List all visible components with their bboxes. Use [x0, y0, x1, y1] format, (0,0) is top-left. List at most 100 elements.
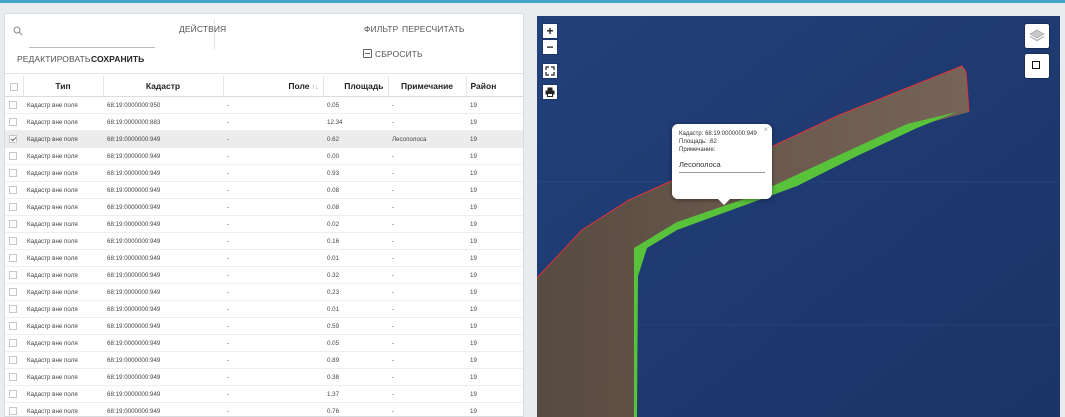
- recalculate-button[interactable]: ПЕРЕСЧИТАТЬ: [402, 24, 465, 34]
- row-checkbox[interactable]: [9, 169, 17, 177]
- reset-button[interactable]: СБРОСИТЬ: [363, 49, 423, 59]
- row-checkbox[interactable]: [9, 407, 17, 415]
- layers-button[interactable]: [1025, 24, 1049, 48]
- cell-note: -: [388, 215, 466, 233]
- popup-note-value[interactable]: Лесополоса: [679, 160, 765, 173]
- cell-type: Кадастр вне поля: [23, 96, 103, 114]
- close-icon[interactable]: ×: [763, 125, 768, 134]
- row-checkbox[interactable]: [9, 118, 17, 126]
- row-checkbox[interactable]: [9, 186, 17, 194]
- table-row[interactable]: Кадастр вне поля 68:19:0000000:949-0.02-1…: [5, 215, 523, 233]
- row-select-cell[interactable]: [5, 266, 23, 284]
- table-row[interactable]: Кадастр вне поля 68:19:0000000:949-0.01-1…: [5, 300, 523, 318]
- row-select-cell[interactable]: [5, 96, 23, 114]
- row-checkbox[interactable]: [9, 373, 17, 381]
- row-select-cell[interactable]: [5, 181, 23, 199]
- row-select-cell[interactable]: [5, 130, 23, 148]
- printer-icon: [545, 87, 555, 97]
- table-row[interactable]: Кадастр вне поля 68:19:0000000:949-0.38-1…: [5, 368, 523, 386]
- table-row[interactable]: Кадастр вне поля 68:19:0000000:949-0.08-1…: [5, 198, 523, 216]
- table-row[interactable]: Кадастр вне поля 68:19:0000000:949-0.89-1…: [5, 351, 523, 369]
- cell-district: 19: [466, 164, 523, 182]
- table-row[interactable]: Кадастр вне поля 68:19:0000000:949-0.08-1…: [5, 181, 523, 199]
- table-row[interactable]: Кадастр вне поля 68:19:0000000:949-0.62 Ле…: [5, 130, 523, 148]
- header-note[interactable]: Примечание: [388, 76, 467, 97]
- sort-icon[interactable]: ↑↓: [312, 84, 319, 91]
- cell-field: -: [223, 402, 323, 416]
- table-row[interactable]: Кадастр вне поля 68:19:0000000:949-0.76-1…: [5, 402, 523, 416]
- table-row[interactable]: Кадастр вне поля 68:19:0000000:949-1.37-1…: [5, 385, 523, 403]
- cell-note: -: [388, 368, 466, 386]
- row-checkbox[interactable]: [9, 390, 17, 398]
- cell-note: -: [388, 351, 466, 369]
- header-cadastre[interactable]: Кадастр: [103, 76, 224, 97]
- select-all-header[interactable]: [5, 76, 24, 97]
- map-view[interactable]: + − × Кадастр: 68:19:0000000:949 Площадь…: [537, 16, 1060, 417]
- row-select-cell[interactable]: [5, 385, 23, 403]
- row-checkbox[interactable]: [9, 305, 17, 313]
- actions-button[interactable]: ДЕЙСТВИЯ: [179, 24, 226, 34]
- filter-button[interactable]: ФИЛЬТР: [364, 24, 398, 34]
- row-select-cell[interactable]: [5, 300, 23, 318]
- row-checkbox[interactable]: [9, 135, 17, 143]
- row-select-cell[interactable]: [5, 232, 23, 250]
- table-row[interactable]: Кадастр вне поля 68:19:0000000:949-0.01-1…: [5, 249, 523, 267]
- header-district[interactable]: Район: [466, 76, 523, 97]
- row-checkbox[interactable]: [9, 322, 17, 330]
- row-checkbox[interactable]: [9, 356, 17, 364]
- table-row[interactable]: Кадастр вне поля 68:19:0000000:949-0.16-1…: [5, 232, 523, 250]
- table-row[interactable]: Кадастр вне поля 68:19:0000000:950-0.05-1…: [5, 96, 523, 114]
- header-field[interactable]: Поле ↑↓: [223, 76, 324, 97]
- row-select-cell[interactable]: [5, 283, 23, 301]
- feature-popup: × Кадастр: 68:19:0000000:949 Площадь: .6…: [672, 124, 772, 205]
- row-select-cell[interactable]: [5, 164, 23, 182]
- cell-type: Кадастр вне поля: [23, 164, 103, 182]
- table-row[interactable]: Кадастр вне поля 68:19:0000000:949-0.32-1…: [5, 266, 523, 284]
- cell-field: -: [223, 249, 323, 267]
- table-row[interactable]: Кадастр вне поля 68:19:0000000:883-12.34-…: [5, 113, 523, 131]
- header-type[interactable]: Тип: [23, 76, 104, 97]
- cell-field: -: [223, 351, 323, 369]
- search-input[interactable]: [29, 22, 155, 48]
- row-select-cell[interactable]: [5, 334, 23, 352]
- zoom-out-button[interactable]: −: [543, 40, 557, 54]
- print-button[interactable]: [543, 85, 557, 99]
- row-checkbox[interactable]: [9, 203, 17, 211]
- row-checkbox[interactable]: [9, 339, 17, 347]
- draw-rectangle-button[interactable]: [1025, 54, 1049, 78]
- row-select-cell[interactable]: [5, 351, 23, 369]
- table-row[interactable]: Кадастр вне поля 68:19:0000000:949-0.05-1…: [5, 334, 523, 352]
- table-row[interactable]: Кадастр вне поля 68:19:0000000:949-0.23-1…: [5, 283, 523, 301]
- table-row[interactable]: Кадастр вне поля 68:19:0000000:949-0.00-1…: [5, 147, 523, 165]
- cell-cadastre: 68:19:0000000:949: [103, 215, 223, 233]
- row-select-cell[interactable]: [5, 113, 23, 131]
- row-select-cell[interactable]: [5, 249, 23, 267]
- row-select-cell[interactable]: [5, 198, 23, 216]
- fullscreen-button[interactable]: [543, 64, 557, 78]
- row-select-cell[interactable]: [5, 368, 23, 386]
- cell-note: -: [388, 266, 466, 284]
- table-row[interactable]: Кадастр вне поля 68:19:0000000:949-0.93-1…: [5, 164, 523, 182]
- table-row[interactable]: Кадастр вне поля 68:19:0000000:949-0.59-1…: [5, 317, 523, 335]
- row-select-cell[interactable]: [5, 317, 23, 335]
- row-select-cell[interactable]: [5, 402, 23, 416]
- edit-button[interactable]: РЕДАКТИРОВАТЬ: [17, 54, 91, 64]
- row-checkbox[interactable]: [9, 288, 17, 296]
- row-checkbox[interactable]: [9, 101, 17, 109]
- row-checkbox[interactable]: [9, 271, 17, 279]
- row-select-cell[interactable]: [5, 147, 23, 165]
- header-area[interactable]: Площадь: [323, 76, 389, 97]
- save-button[interactable]: СОХРАНИТЬ: [91, 54, 144, 64]
- cell-cadastre: 68:19:0000000:949: [103, 130, 223, 148]
- row-checkbox[interactable]: [9, 237, 17, 245]
- zoom-in-button[interactable]: +: [543, 24, 557, 38]
- cell-field: -: [223, 266, 323, 284]
- row-select-cell[interactable]: [5, 215, 23, 233]
- row-checkbox[interactable]: [9, 254, 17, 262]
- cell-district: 19: [466, 402, 523, 416]
- cell-cadastre: 68:19:0000000:949: [103, 385, 223, 403]
- row-checkbox[interactable]: [9, 152, 17, 160]
- select-all-checkbox[interactable]: [9, 82, 18, 91]
- row-checkbox[interactable]: [9, 220, 17, 228]
- cell-district: 19: [466, 113, 523, 131]
